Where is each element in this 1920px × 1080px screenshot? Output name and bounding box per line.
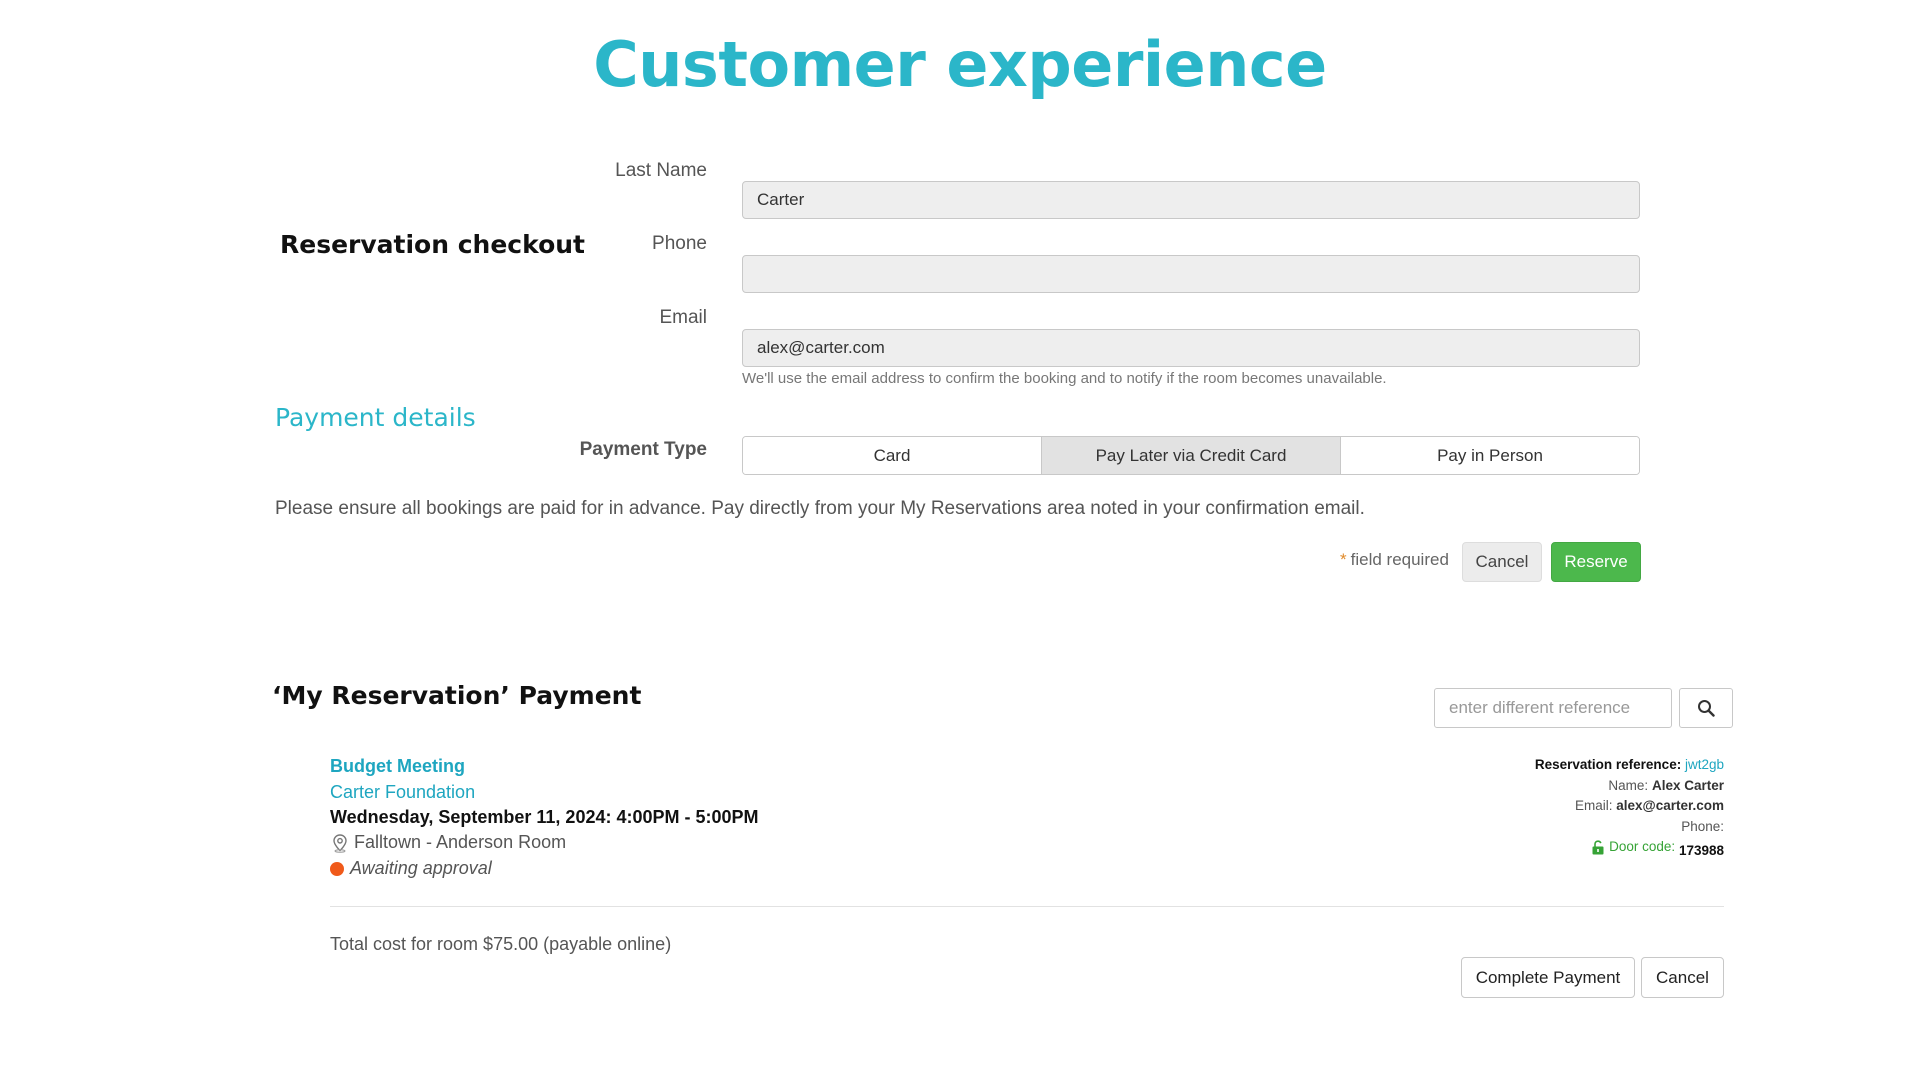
search-icon xyxy=(1698,700,1715,717)
reference-search-input[interactable] xyxy=(1434,688,1672,728)
event-status-text: Awaiting approval xyxy=(350,858,492,878)
divider xyxy=(330,906,1724,907)
email-input[interactable] xyxy=(742,329,1640,367)
required-note: * field required xyxy=(1340,550,1449,570)
name-label: Name: xyxy=(1608,777,1649,793)
cancel-button[interactable]: Cancel xyxy=(1462,542,1542,582)
last-name-label: Last Name xyxy=(615,160,707,181)
unlock-icon xyxy=(1592,840,1604,855)
event-location: Falltown - Anderson Room xyxy=(330,832,566,853)
payment-type-selector: Card Pay Later via Credit Card Pay in Pe… xyxy=(742,436,1640,475)
cancel-payment-button[interactable]: Cancel xyxy=(1641,957,1724,998)
email-label: Email xyxy=(659,307,707,328)
email-detail-label: Email: xyxy=(1574,798,1613,813)
payment-type-label: Payment Type xyxy=(579,439,707,460)
reference-value[interactable]: jwt2gb xyxy=(1685,757,1724,772)
last-name-input[interactable] xyxy=(742,181,1640,219)
required-star: * xyxy=(1340,550,1347,569)
reserve-button[interactable]: Reserve xyxy=(1551,542,1641,582)
email-help-text: We'll use the email address to confirm t… xyxy=(742,370,1387,387)
door-code-value: 173988 xyxy=(1678,842,1724,858)
payment-option-card[interactable]: Card xyxy=(743,437,1042,474)
event-status: Awaiting approval xyxy=(330,858,492,879)
payment-option-pay-in-person[interactable]: Pay in Person xyxy=(1341,437,1639,474)
payment-details-heading: Payment details xyxy=(275,403,476,432)
required-note-text: field required xyxy=(1350,550,1449,569)
event-organization[interactable]: Carter Foundation xyxy=(330,782,475,803)
payment-option-pay-later[interactable]: Pay Later via Credit Card xyxy=(1042,437,1341,474)
email-detail-value: alex@carter.com xyxy=(1616,798,1724,813)
my-reservation-heading: ‘My Reservation’ Payment xyxy=(272,681,642,710)
phone-input[interactable] xyxy=(742,255,1640,293)
event-date-time: Wednesday, September 11, 2024: 4:00PM - … xyxy=(330,807,759,827)
status-dot xyxy=(330,861,344,876)
map-pin-icon xyxy=(333,833,347,853)
phone-label: Phone xyxy=(652,233,707,254)
search-button[interactable] xyxy=(1679,688,1733,728)
complete-payment-button[interactable]: Complete Payment xyxy=(1461,957,1635,998)
name-value: Alex Carter xyxy=(1651,777,1724,793)
payment-notice: Please ensure all bookings are paid for … xyxy=(275,498,1365,519)
door-code-label: Door code: xyxy=(1609,839,1676,854)
reference-label: Reservation reference: xyxy=(1534,757,1682,772)
reservation-details: Reservation reference: jwt2gb Name: Alex… xyxy=(1535,755,1724,861)
event-location-text: Falltown - Anderson Room xyxy=(354,832,567,852)
page-title: Customer experience xyxy=(593,28,1327,101)
total-cost: Total cost for room $75.00 (payable onli… xyxy=(330,934,672,954)
door-code: Door code: xyxy=(1591,837,1675,858)
phone-detail-label: Phone: xyxy=(1681,818,1724,834)
event-title[interactable]: Budget Meeting xyxy=(330,756,465,777)
